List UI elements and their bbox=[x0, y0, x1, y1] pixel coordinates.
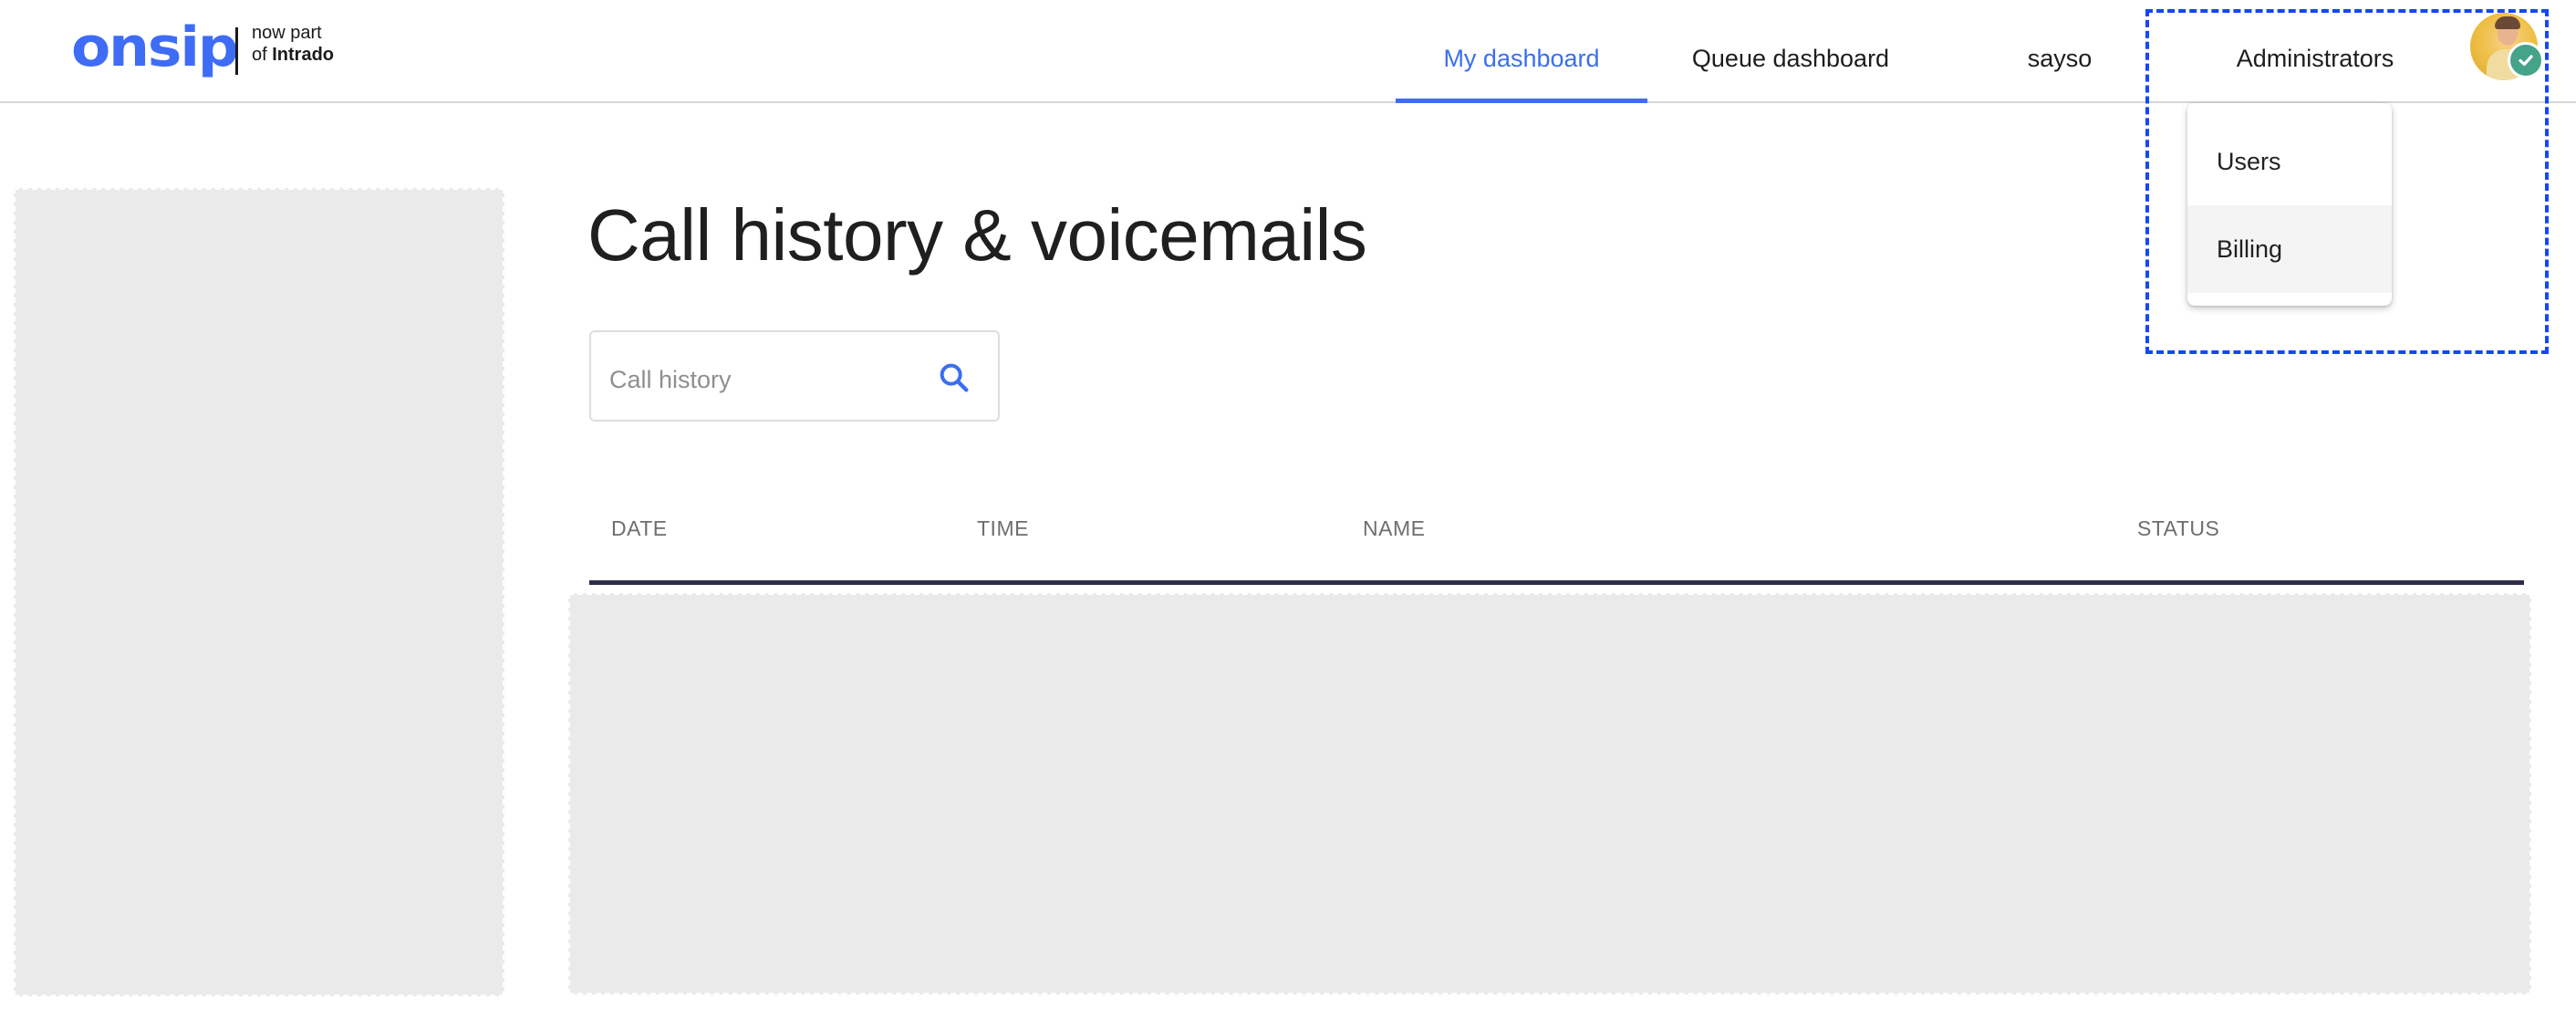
redacted-sidebar-panel bbox=[14, 188, 504, 996]
logo-tagline-line2: of Intrado bbox=[252, 44, 334, 66]
column-header-name[interactable]: NAME bbox=[1363, 516, 1425, 541]
nav-tab-administrators[interactable]: Administrators bbox=[2189, 0, 2441, 101]
call-history-search-input[interactable] bbox=[608, 358, 912, 401]
administrators-dropdown-menu: Users Billing bbox=[2187, 103, 2392, 306]
menu-item-billing[interactable]: Billing bbox=[2187, 205, 2392, 293]
presence-status-badge bbox=[2508, 42, 2544, 78]
search-icon[interactable] bbox=[936, 360, 972, 396]
nav-tab-queue-dashboard[interactable]: Queue dashboard bbox=[1660, 0, 1921, 101]
menu-item-users[interactable]: Users bbox=[2187, 118, 2392, 205]
nav-tab-my-dashboard[interactable]: My dashboard bbox=[1396, 0, 1647, 103]
logo-wordmark: onsip bbox=[71, 16, 239, 79]
redacted-table-rows bbox=[568, 593, 2531, 995]
logo-tagline-line1: now part bbox=[252, 23, 322, 43]
avatar-photo-hair bbox=[2495, 16, 2520, 29]
column-header-date[interactable]: DATE bbox=[611, 516, 668, 541]
table-header-divider bbox=[589, 580, 2524, 585]
logo-tagline-prefix: of bbox=[252, 45, 267, 65]
check-icon bbox=[2519, 55, 2533, 67]
call-history-search-box bbox=[589, 330, 1000, 422]
top-nav-bar: onsip now part of Intrado My dashboard Q… bbox=[0, 0, 2576, 103]
nav-tab-sayso[interactable]: sayso bbox=[1989, 0, 2131, 101]
page-title: Call history & voicemails bbox=[587, 194, 1367, 276]
column-header-status[interactable]: STATUS bbox=[2137, 516, 2219, 541]
column-header-time[interactable]: TIME bbox=[977, 516, 1029, 541]
logo-tagline-intrado: Intrado bbox=[272, 45, 335, 65]
logo-divider bbox=[235, 27, 238, 75]
logo-tagline: now part of Intrado bbox=[252, 22, 334, 66]
